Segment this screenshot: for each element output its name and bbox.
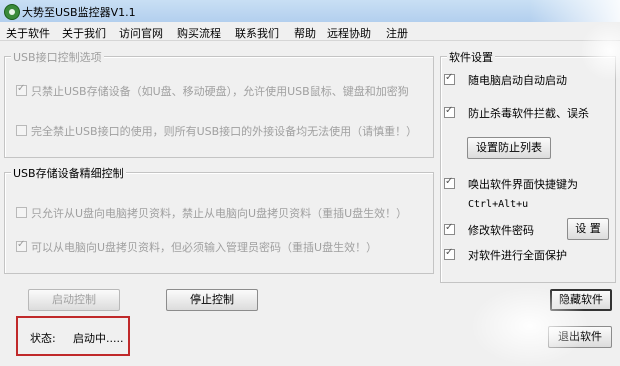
menu-about-software[interactable]: 关于软件 (6, 25, 50, 41)
full-protection-label: 对软件进行全面保护 (468, 249, 567, 262)
change-password-label: 修改软件密码 (468, 224, 534, 237)
autostart-label: 随电脑启动自动启动 (468, 74, 567, 87)
status-value: 启动中..... (73, 332, 124, 345)
usb-port-group-title: USB接口控制选项 (11, 49, 104, 65)
hotkey-value: Ctrl+Alt+u (468, 199, 529, 210)
disable-all-usb-checkbox[interactable] (16, 125, 27, 136)
stop-control-button[interactable]: 停止控制 (166, 289, 258, 311)
full-protection-checkbox[interactable] (444, 247, 455, 260)
status-label: 状态: (30, 332, 56, 345)
main-window: USB接口控制选项 只禁止USB存储设备（如U盘、移动硬盘），允许使用USB鼠标… (0, 21, 620, 366)
menu-bar: 关于软件 关于我们 访问官网 购买流程 联系我们 帮助 远程协助 注册 (0, 22, 620, 41)
change-password-checkbox[interactable] (444, 222, 455, 235)
title-bar: 大势至USB监控器V1.1 (0, 0, 620, 22)
set-password-button[interactable]: 设 置 (567, 218, 609, 240)
usb-storage-group: USB存储设备精细控制 只允许从U盘向电脑拷贝资料，禁止从电脑向U盘拷贝资料（重… (4, 165, 434, 274)
window-title: 大势至USB监控器V1.1 (22, 6, 136, 19)
disable-all-usb-label: 完全禁止USB接口的使用，则所有USB接口的外接设备均无法使用（请慎重！） (31, 125, 418, 138)
menu-about-us[interactable]: 关于我们 (62, 25, 106, 41)
menu-visit-site[interactable]: 访问官网 (119, 25, 163, 41)
usb-port-group: USB接口控制选项 只禁止USB存储设备（如U盘、移动硬盘），允许使用USB鼠标… (4, 49, 434, 158)
app-icon (4, 4, 20, 20)
password-copy-checkbox[interactable] (16, 239, 27, 252)
menu-purchase[interactable]: 购买流程 (177, 25, 221, 41)
corner-glare (580, 21, 620, 81)
software-settings-group: 软件设置 随电脑启动自动启动 防止杀毒软件拦截、误杀 设置防止列表 唤出软件界面… (440, 49, 616, 283)
menu-help[interactable]: 帮助 (294, 25, 316, 41)
software-settings-title: 软件设置 (447, 49, 495, 65)
title-glare (530, 0, 620, 22)
menu-remote-assist[interactable]: 远程协助 (327, 25, 371, 41)
only-storage-label: 只禁止USB存储设备（如U盘、移动硬盘），允许使用USB鼠标、键盘和加密狗 (31, 85, 409, 98)
hotkey-checkbox[interactable] (444, 176, 455, 189)
readonly-usb-checkbox[interactable] (16, 207, 27, 218)
password-copy-label: 可以从电脑向U盘拷贝资料，但必须输入管理员密码（重插U盘生效！） (31, 241, 378, 254)
menu-register[interactable]: 注册 (386, 25, 408, 41)
autostart-checkbox[interactable] (444, 72, 455, 85)
only-storage-checkbox[interactable] (16, 83, 27, 96)
watermark-glare (470, 286, 590, 366)
antikill-checkbox[interactable] (444, 105, 455, 118)
usb-storage-group-title: USB存储设备精细控制 (11, 165, 126, 181)
readonly-usb-label: 只允许从U盘向电脑拷贝资料，禁止从电脑向U盘拷贝资料（重插U盘生效！） (31, 207, 408, 220)
hotkey-label: 唤出软件界面快捷键为 (468, 178, 578, 191)
set-antikill-list-button[interactable]: 设置防止列表 (467, 137, 551, 159)
start-control-button[interactable]: 启动控制 (28, 289, 120, 311)
antikill-label: 防止杀毒软件拦截、误杀 (468, 107, 589, 120)
menu-contact[interactable]: 联系我们 (235, 25, 279, 41)
